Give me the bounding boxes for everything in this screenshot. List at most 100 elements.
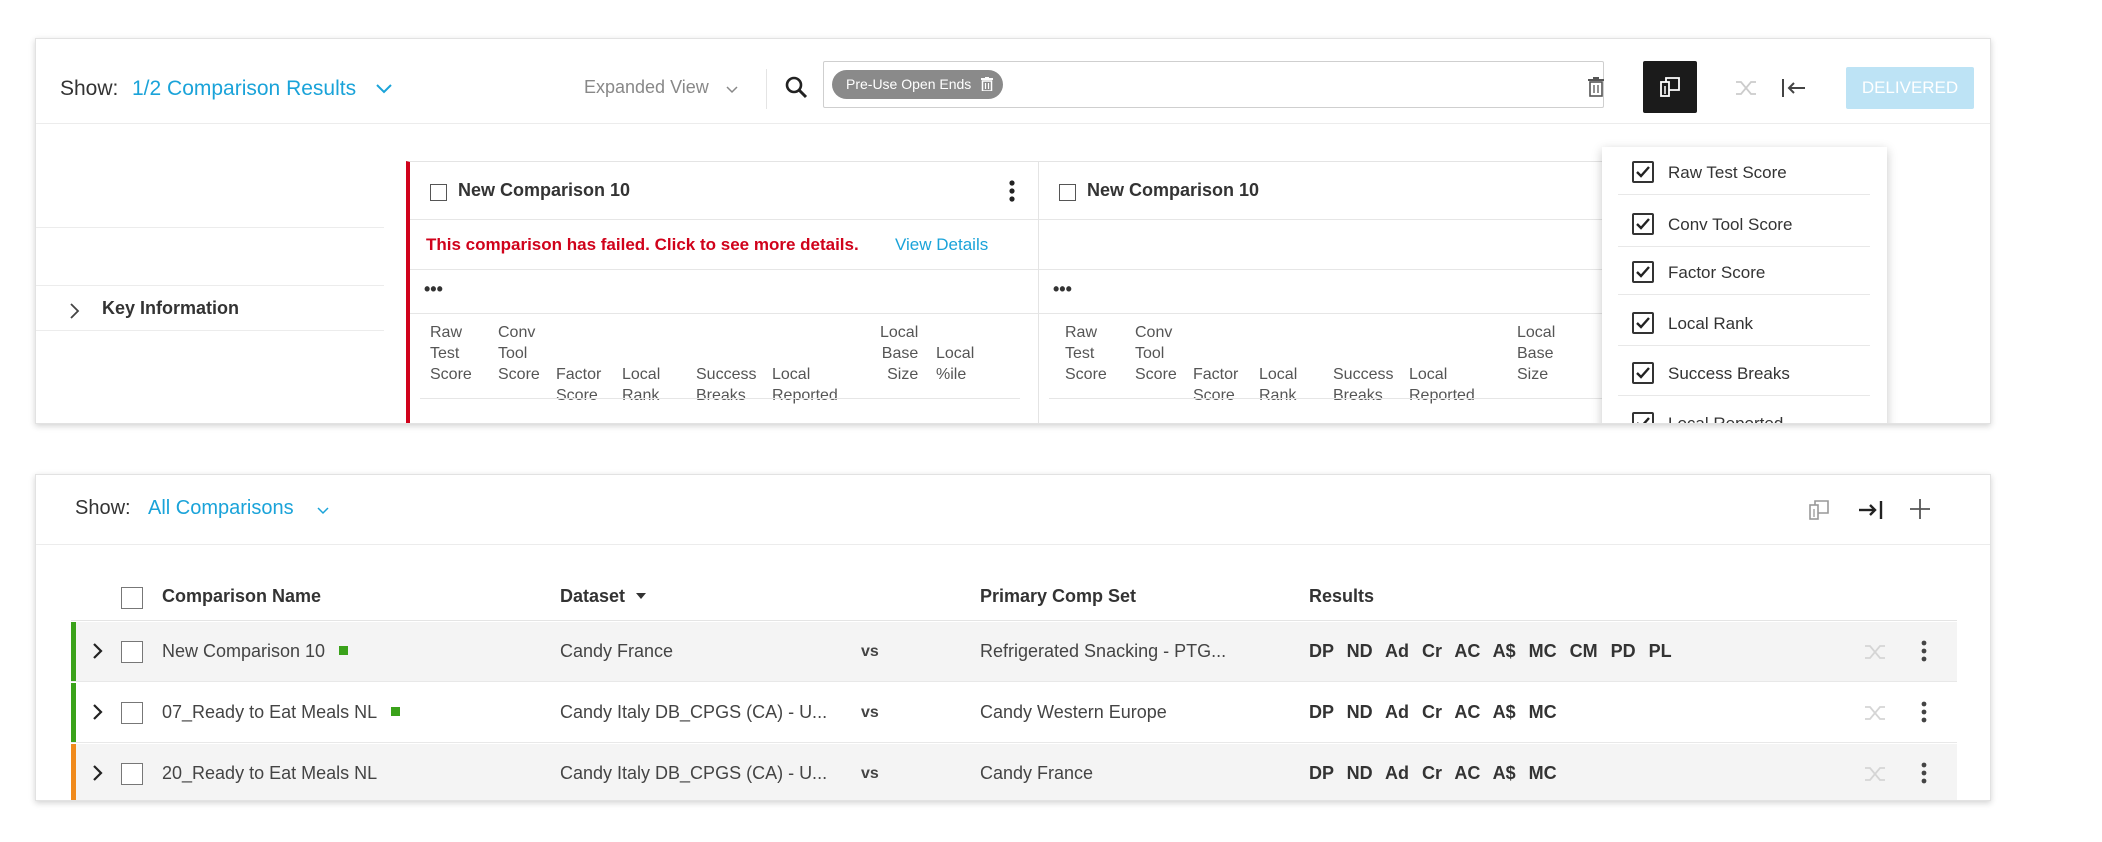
search-icon[interactable] <box>784 75 808 99</box>
checkbox-icon[interactable] <box>1632 362 1654 384</box>
checkbox-icon[interactable] <box>1632 261 1654 283</box>
error-message[interactable]: This comparison has failed. Click to see… <box>426 235 859 255</box>
vs-label: vs <box>861 643 879 660</box>
card-title: New Comparison 10 <box>1087 180 1260 200</box>
chevron-right-icon[interactable] <box>93 643 103 659</box>
shuffle-icon[interactable] <box>1863 764 1887 784</box>
checkbox-icon[interactable] <box>1632 412 1654 423</box>
column-header-results[interactable]: Results <box>1309 586 1374 607</box>
results-cell[interactable]: DP ND Ad Cr AC A$ MC CM PD PL <box>1309 641 1672 662</box>
kebab-icon[interactable] <box>1921 701 1927 723</box>
divider <box>766 69 767 109</box>
card-more-ellipsis[interactable]: ••• <box>1039 270 1671 314</box>
search-filter-chip[interactable]: Pre-Use Open Ends <box>832 70 1004 99</box>
checkbox-icon[interactable] <box>1632 312 1654 334</box>
column-header: Local %ile <box>936 345 975 383</box>
card-status-message <box>1039 220 1671 270</box>
collapse-left-icon[interactable] <box>1780 77 1808 99</box>
columns-icon[interactable] <box>1808 499 1830 521</box>
card-more-ellipsis[interactable]: ••• <box>410 270 1039 314</box>
dropdown-item-label: Local Rank <box>1668 314 1754 333</box>
kebab-icon[interactable] <box>1921 640 1927 662</box>
row-checkbox[interactable] <box>121 763 143 785</box>
results-cell[interactable]: DP ND Ad Cr AC A$ MC <box>1309 763 1557 784</box>
key-information-label: Key Information <box>102 298 240 318</box>
chevron-down-icon[interactable] <box>726 86 738 94</box>
dropdown-item[interactable]: Conv Tool Score <box>1618 201 1870 247</box>
primary-comp-set-cell: Candy France <box>980 763 1094 783</box>
key-information-section[interactable]: Key Information <box>36 285 384 331</box>
view-mode-dropdown[interactable]: Expanded View <box>584 77 709 98</box>
column-header: Factor Score <box>1193 366 1239 404</box>
card-checkbox[interactable] <box>1059 184 1076 201</box>
column-header: Raw Test Score <box>1065 324 1107 383</box>
view-details-link[interactable]: View Details <box>895 235 988 255</box>
delivered-button[interactable]: DELIVERED <box>1846 67 1974 109</box>
row-checkbox[interactable] <box>121 641 143 663</box>
table-row[interactable]: 20_Ready to Eat Meals NL Candy Italy DB_… <box>71 744 1957 800</box>
chevron-right-icon[interactable] <box>70 303 80 319</box>
table-row[interactable]: 07_Ready to Eat Meals NL Candy Italy DB_… <box>71 683 1957 743</box>
divider <box>420 398 1020 399</box>
divider <box>1049 398 1649 399</box>
comparison-name[interactable]: 20_Ready to Eat Meals NL <box>162 763 377 784</box>
dropdown-item[interactable]: Success Breaks <box>1618 350 1870 396</box>
dropdown-item-label: Factor Score <box>1668 263 1766 282</box>
checkbox-icon[interactable] <box>1632 213 1654 235</box>
row-status-bar <box>71 683 76 742</box>
comparison-name[interactable]: 07_Ready to Eat Meals NL <box>162 702 401 723</box>
column-header-name[interactable]: Comparison Name <box>162 586 321 607</box>
chevron-right-icon[interactable] <box>93 765 103 781</box>
table-row[interactable]: New Comparison 10 Candy France vs Refrig… <box>71 622 1957 682</box>
comparison-card: New Comparison 10 ••• Raw Test Score Con… <box>1038 161 1672 423</box>
chip-label: Pre-Use Open Ends <box>846 76 972 92</box>
show-comparisons-dropdown[interactable]: All Comparisons <box>148 497 294 520</box>
dropdown-item[interactable]: Local Rank <box>1618 300 1870 346</box>
results-cell[interactable]: DP ND Ad Cr AC A$ MC <box>1309 702 1557 723</box>
columns-icon <box>1659 76 1681 98</box>
dropdown-item[interactable]: Raw Test Score <box>1618 149 1870 195</box>
trash-icon[interactable] <box>1588 77 1604 97</box>
dataset-header-label: Dataset <box>560 586 626 606</box>
comparisons-toolbar: Show: All Comparisons <box>36 475 1990 545</box>
show-results-dropdown[interactable]: 1/2 Comparison Results <box>132 77 356 101</box>
checkbox-icon[interactable] <box>1632 161 1654 183</box>
chevron-right-icon[interactable] <box>93 704 103 720</box>
column-header: Local Rank <box>622 366 661 404</box>
dropdown-item-label: Raw Test Score <box>1668 163 1787 182</box>
comparison-card: New Comparison 10 This comparison has fa… <box>406 161 1040 423</box>
column-visibility-dropdown: Raw Test Score Conv Tool Score Factor Sc… <box>1602 147 1887 423</box>
search-input[interactable]: Pre-Use Open Ends <box>823 61 1604 108</box>
chevron-down-icon[interactable] <box>376 84 392 94</box>
row-checkbox[interactable] <box>121 702 143 724</box>
show-label: Show: <box>75 497 131 519</box>
dropdown-item[interactable]: Local Reported <box>1618 400 1870 423</box>
select-all-checkbox[interactable] <box>121 587 143 609</box>
shuffle-icon[interactable] <box>1734 77 1758 99</box>
chevron-down-icon[interactable] <box>317 507 329 515</box>
shuffle-icon[interactable] <box>1863 642 1887 662</box>
primary-comp-set-cell: Candy Western Europe <box>980 702 1167 722</box>
card-status-message: This comparison has failed. Click to see… <box>410 220 1039 270</box>
shuffle-icon[interactable] <box>1863 703 1887 723</box>
column-header-primary-comp-set[interactable]: Primary Comp Set <box>980 586 1136 607</box>
comparison-name-text: 07_Ready to Eat Meals NL <box>162 702 378 722</box>
card-header: New Comparison 10 <box>1039 162 1671 220</box>
kebab-icon[interactable] <box>1921 762 1927 784</box>
comparisons-list-panel: Show: All Comparisons Comparison Name Da… <box>35 474 1991 801</box>
column-settings-button[interactable] <box>1643 61 1697 113</box>
card-checkbox[interactable] <box>430 184 447 201</box>
dropdown-item[interactable]: Factor Score <box>1618 249 1870 295</box>
card-header: New Comparison 10 <box>410 162 1039 220</box>
comparison-name[interactable]: New Comparison 10 <box>162 641 349 662</box>
dataset-cell: Candy Italy DB_CPGS (CA) - U... <box>560 702 828 722</box>
dropdown-item-label: Success Breaks <box>1668 364 1790 383</box>
column-header-dataset[interactable]: Dataset <box>560 586 647 607</box>
status-dot <box>339 646 349 655</box>
results-toolbar: Show: 1/2 Comparison Results Expanded Vi… <box>36 39 1990 124</box>
column-header: Local Reported <box>772 366 838 404</box>
kebab-icon[interactable] <box>1009 180 1015 202</box>
expand-right-icon[interactable] <box>1856 499 1884 521</box>
trash-icon[interactable] <box>981 77 994 91</box>
plus-icon[interactable] <box>1908 497 1932 521</box>
